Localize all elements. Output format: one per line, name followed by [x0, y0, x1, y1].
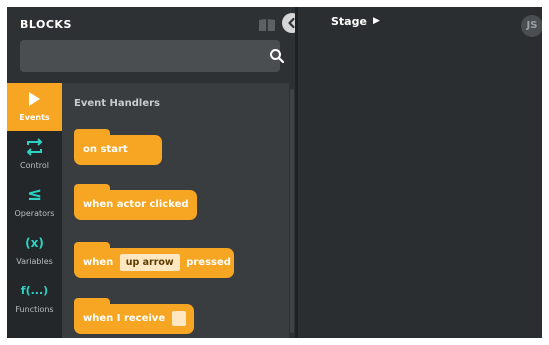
stage-title[interactable]: Stage — [331, 15, 367, 28]
block-on-start[interactable]: on start — [74, 129, 162, 165]
block-notch — [74, 184, 110, 191]
block-when-i-receive[interactable]: when I receive — [74, 298, 194, 334]
section-title: Event Handlers — [74, 98, 161, 109]
function-icon: f(...) — [20, 284, 49, 297]
category-label: Variables — [16, 257, 53, 266]
block-notch — [74, 129, 110, 136]
block-label: when I receive — [83, 313, 166, 324]
scrollbar-thumb[interactable] — [290, 89, 294, 333]
book-icon[interactable] — [258, 18, 276, 32]
category-control[interactable]: Control — [7, 131, 62, 179]
category-label: Functions — [15, 305, 54, 314]
avatar[interactable]: JS — [521, 15, 542, 37]
category-events[interactable]: Events — [7, 83, 62, 131]
category-functions[interactable]: f(...) Functions — [7, 275, 62, 323]
category-label: Events — [19, 113, 50, 122]
search-icon[interactable] — [269, 48, 285, 64]
message-input[interactable] — [171, 310, 186, 326]
less-equal-icon: ≤ — [26, 184, 43, 205]
blocks-panel: BLOCKS Events Control ≤ Operators (x) Va… — [7, 7, 302, 338]
stage-panel: Stage ▶ JS — [298, 7, 542, 338]
category-operators[interactable]: ≤ Operators — [7, 179, 62, 227]
block-label: when actor clicked — [83, 199, 189, 210]
block-when-key-pressed[interactable]: when up arrow pressed — [74, 242, 234, 278]
category-list: Events Control ≤ Operators (x) Variables — [7, 83, 62, 338]
variable-icon: (x) — [25, 236, 44, 250]
category-label: Control — [20, 161, 49, 170]
block-label: on start — [83, 144, 128, 155]
block-label: when — [83, 257, 114, 268]
block-when-actor-clicked[interactable]: when actor clicked — [74, 184, 197, 220]
category-label: Operators — [14, 209, 55, 218]
app-window: BLOCKS Events Control ≤ Operators (x) Va… — [7, 7, 542, 338]
block-notch — [74, 242, 110, 249]
key-dropdown[interactable]: up arrow — [119, 253, 180, 271]
block-label: pressed — [186, 257, 231, 268]
category-variables[interactable]: (x) Variables — [7, 227, 62, 275]
loop-icon — [26, 138, 43, 156]
caret-right-icon[interactable]: ▶ — [373, 16, 380, 26]
play-icon — [29, 92, 40, 106]
block-search-input[interactable] — [20, 40, 285, 72]
block-notch — [74, 298, 110, 305]
panel-title: BLOCKS — [20, 18, 72, 31]
block-palette: Event Handlers on start when actor click… — [62, 83, 295, 338]
